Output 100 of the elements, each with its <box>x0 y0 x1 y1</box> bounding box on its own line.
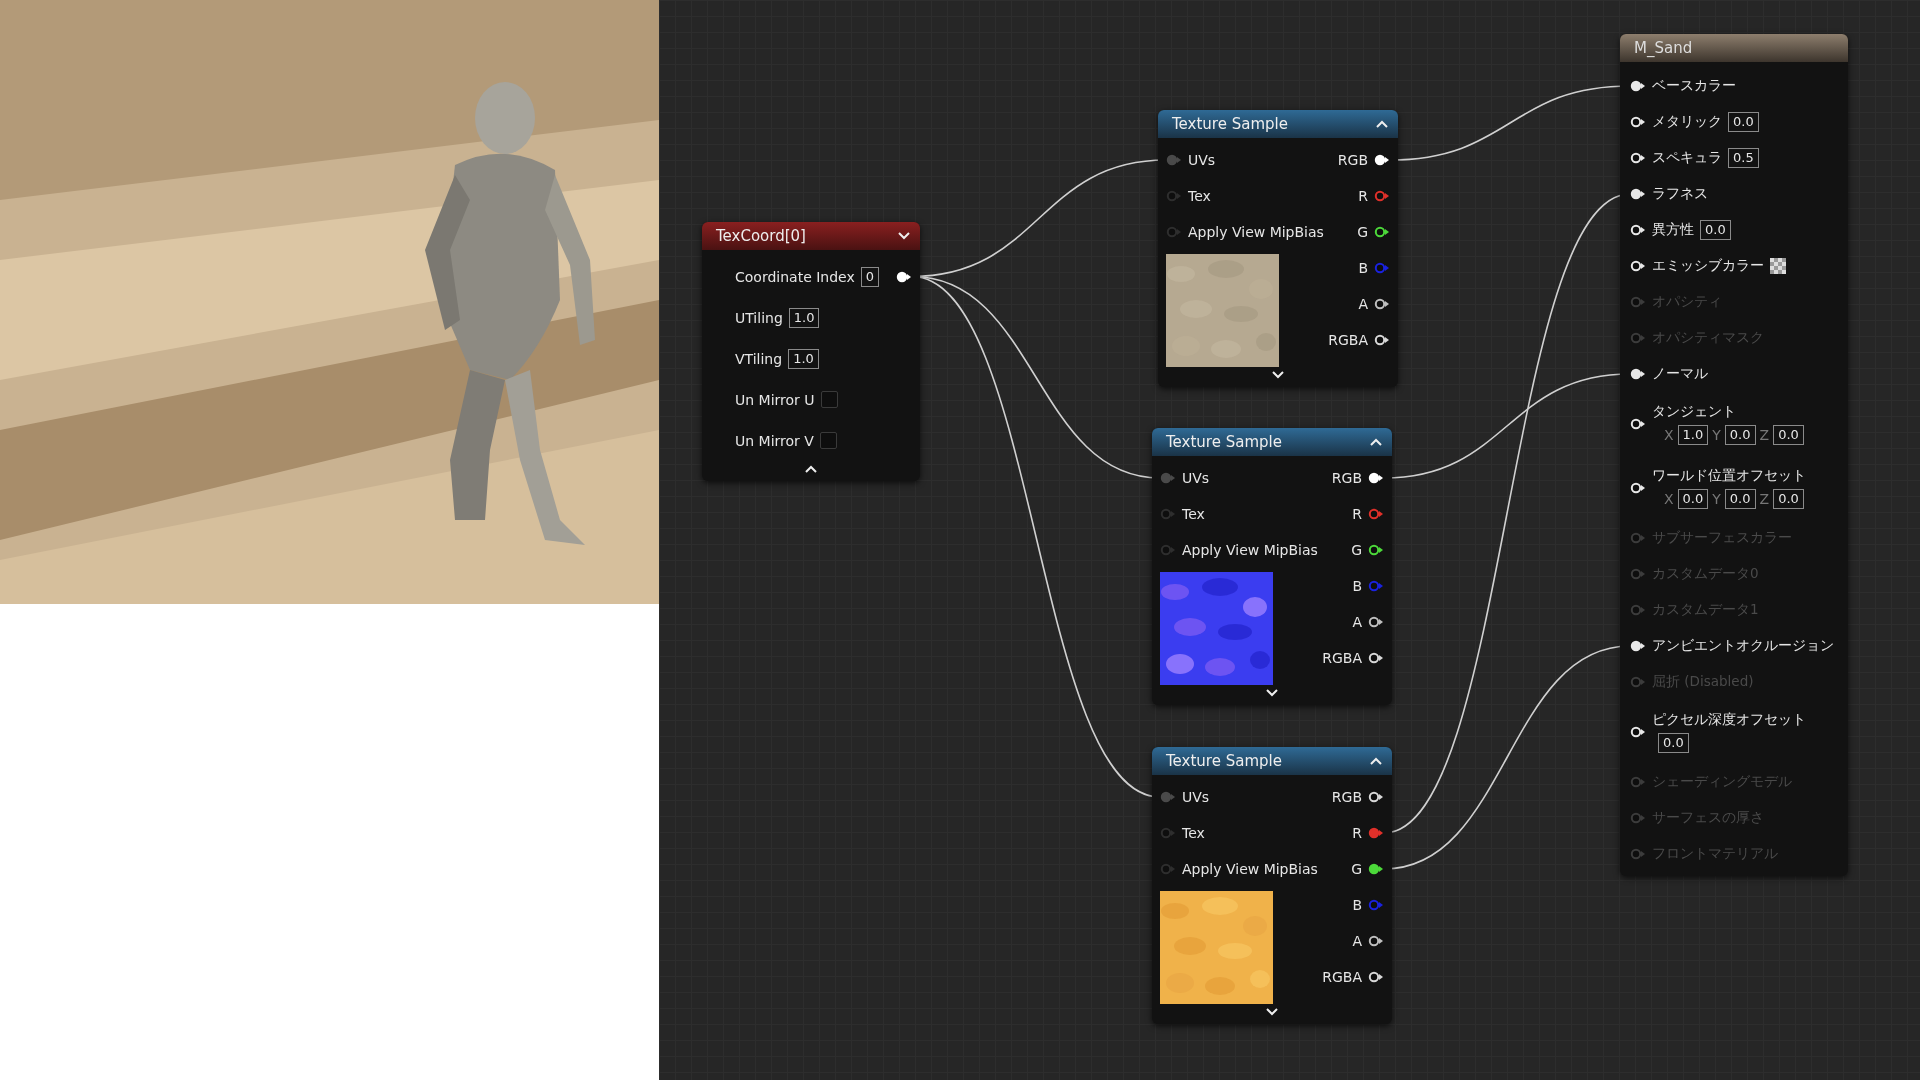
value-field[interactable]: 0.5 <box>1728 148 1759 168</box>
pin-icon[interactable] <box>1630 116 1646 128</box>
pin-icon[interactable] <box>1630 224 1646 236</box>
pin-icon[interactable] <box>1374 226 1390 238</box>
pin-icon[interactable] <box>1368 791 1384 803</box>
pin-label: RGBA <box>1322 969 1362 985</box>
value-field[interactable]: 0.0 <box>1658 733 1689 753</box>
pin-icon[interactable] <box>1630 368 1646 380</box>
value-field[interactable]: 0 <box>860 266 880 287</box>
pin-icon[interactable] <box>1630 640 1646 652</box>
pin-label: B <box>1352 897 1362 913</box>
pin-label: Apply View MipBias <box>1188 224 1324 240</box>
color-swatch[interactable] <box>1770 258 1786 274</box>
property-label: Un Mirror U <box>735 391 815 408</box>
chevron-up-icon[interactable] <box>1370 438 1382 446</box>
pin-label: Tex <box>1182 506 1205 522</box>
checkbox[interactable] <box>820 391 838 408</box>
pin-label: G <box>1357 224 1368 240</box>
value-field[interactable]: 1.0 <box>788 307 820 328</box>
pin-label: A <box>1352 614 1362 630</box>
pin-label: B <box>1352 578 1362 594</box>
pin-icon[interactable] <box>1368 935 1384 947</box>
pin-icon[interactable] <box>1630 418 1646 430</box>
pin-label: RGB <box>1331 470 1362 486</box>
axis-label: X <box>1664 427 1674 443</box>
property-label: VTiling <box>735 350 783 367</box>
pin-label: アンビエントオクルージョン <box>1652 637 1834 655</box>
value-field[interactable]: 0.0 <box>1724 425 1756 445</box>
pin-icon[interactable] <box>1630 80 1646 92</box>
node-title: M_Sand <box>1634 39 1693 57</box>
pin-label: G <box>1351 861 1362 877</box>
axis-label: Z <box>1759 427 1770 443</box>
axis-label: Y <box>1712 491 1721 507</box>
pin-icon[interactable] <box>1630 152 1646 164</box>
node-title: Texture Sample <box>1166 752 1282 770</box>
pin-icon[interactable] <box>896 270 912 283</box>
pin-icon[interactable] <box>1368 971 1384 983</box>
pin-label: R <box>1352 506 1362 522</box>
pin-label: Tex <box>1188 188 1211 204</box>
pin-icon[interactable] <box>1368 472 1384 484</box>
pin-icon[interactable] <box>1368 616 1384 628</box>
chevron-up-icon[interactable] <box>805 465 817 473</box>
pin-icon[interactable] <box>1630 482 1646 494</box>
pin-label: スペキュラ <box>1652 149 1722 167</box>
pin-icon[interactable] <box>1374 298 1390 310</box>
pin-label: ラフネス <box>1652 185 1708 203</box>
axis-label: Y <box>1712 427 1721 443</box>
node-title: Texture Sample <box>1166 433 1282 451</box>
pin-label: Tex <box>1182 825 1205 841</box>
chevron-up-icon[interactable] <box>1370 757 1382 765</box>
pin-label: Apply View MipBias <box>1182 542 1318 558</box>
pin-icon[interactable] <box>1630 260 1646 272</box>
property-label: Coordinate Index <box>735 268 855 285</box>
pin-icon[interactable] <box>1368 863 1384 875</box>
chevron-up-icon[interactable] <box>1376 120 1388 128</box>
pin-label: R <box>1358 188 1368 204</box>
pin-label: B <box>1358 260 1368 276</box>
pin-label: RGBA <box>1328 332 1368 348</box>
pin-label: エミッシブカラー <box>1652 257 1764 275</box>
value-field[interactable]: 1.0 <box>1677 425 1709 445</box>
pin-label: RGB <box>1331 789 1362 805</box>
pin-label: ノーマル <box>1652 365 1708 383</box>
pin-label: メタリック <box>1652 113 1722 131</box>
pin-icon[interactable] <box>1368 544 1384 556</box>
chevron-down-icon[interactable] <box>1272 371 1284 379</box>
pin-label: Apply View MipBias <box>1182 861 1318 877</box>
pin-label: R <box>1352 825 1362 841</box>
chevron-down-icon[interactable] <box>898 232 910 240</box>
chevron-down-icon[interactable] <box>1266 1008 1278 1016</box>
value-field[interactable]: 0.0 <box>1728 112 1759 132</box>
pin-icon[interactable] <box>1368 652 1384 664</box>
pin-label: A <box>1358 296 1368 312</box>
value-field[interactable]: 0.0 <box>1773 425 1804 445</box>
value-field[interactable]: 0.0 <box>1700 220 1731 240</box>
pin-icon[interactable] <box>1374 154 1390 166</box>
property-label: Un Mirror V <box>735 432 814 449</box>
pin-label: ピクセル深度オフセット <box>1652 711 1806 729</box>
pin-label: ワールド位置オフセット <box>1652 467 1806 485</box>
node-title: TexCoord[0] <box>716 227 806 245</box>
pin-label: UVs <box>1182 470 1210 486</box>
value-field[interactable]: 0.0 <box>1724 489 1756 509</box>
pin-label: RGBA <box>1322 650 1362 666</box>
pin-label: G <box>1351 542 1362 558</box>
value-field[interactable]: 0.0 <box>1773 489 1804 509</box>
pin-label: RGB <box>1337 152 1368 168</box>
pin-icon[interactable] <box>1630 726 1646 738</box>
axis-label: X <box>1664 491 1674 507</box>
axis-label: Z <box>1759 491 1770 507</box>
value-field[interactable]: 0.0 <box>1677 489 1709 509</box>
node-title: Texture Sample <box>1172 115 1288 133</box>
pin-icon[interactable] <box>1374 334 1390 346</box>
value-field[interactable]: 1.0 <box>788 348 819 369</box>
pin-label: 異方性 <box>1652 221 1694 239</box>
pin-label: タンジェント <box>1652 403 1737 421</box>
chevron-down-icon[interactable] <box>1266 689 1278 697</box>
pin-label: ベースカラー <box>1652 77 1736 95</box>
pin-icon[interactable] <box>1630 188 1646 200</box>
checkbox[interactable] <box>819 432 837 449</box>
pin-label: UVs <box>1182 789 1210 805</box>
pin-label: A <box>1352 933 1362 949</box>
